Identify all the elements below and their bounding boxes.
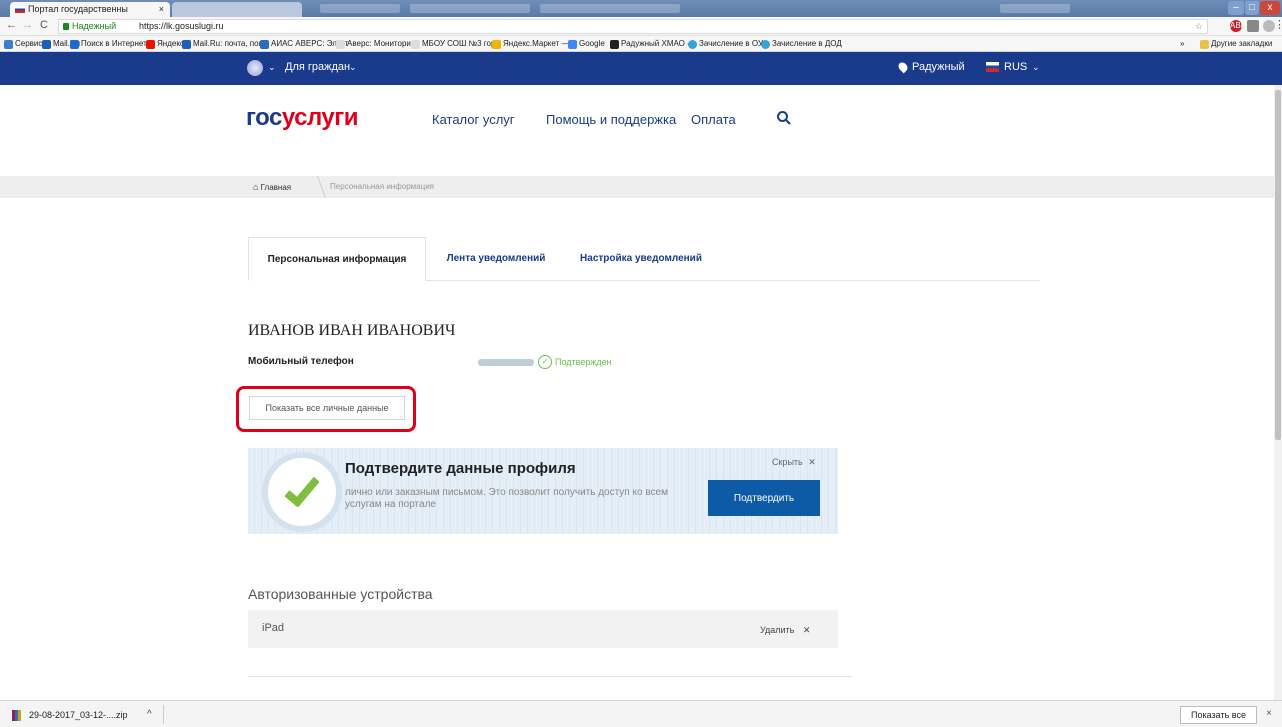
russia-flag-favicon <box>15 6 25 13</box>
nav-catalog[interactable]: Каталог услуг <box>432 112 515 127</box>
close-icon[interactable]: × <box>1266 708 1272 719</box>
bookmark-item[interactable]: Mail.Ru: почта, поис <box>182 36 267 52</box>
tab-personal-info[interactable]: Персональная информация <box>248 237 426 281</box>
blurred-window-title <box>1000 4 1070 13</box>
download-bar: 29-08-2017_03-12-....zip ^ Показать все … <box>0 700 1282 727</box>
archive-file-icon <box>12 710 21 721</box>
maximize-icon[interactable]: □ <box>1245 1 1259 15</box>
blurred-window-title <box>320 4 400 13</box>
location-pin-icon <box>896 60 910 74</box>
other-bookmarks-folder[interactable]: Другие закладки <box>1200 36 1272 52</box>
url-text[interactable]: https://lk.gosuslugi.ru <box>139 20 224 33</box>
browser-tab-title: Портал государственны <box>28 4 128 14</box>
chevron-down-icon[interactable]: ⌄ <box>349 62 357 73</box>
phone-status: Подтвержден <box>555 357 612 367</box>
browser-tab-active[interactable]: Портал государственны × <box>10 2 170 17</box>
home-icon: ⌂ <box>253 182 259 192</box>
confirm-profile-banner: Подтвердите данные профиля лично или зак… <box>248 448 838 534</box>
scrollbar-thumb[interactable] <box>1275 90 1281 440</box>
download-separator <box>163 705 164 724</box>
banner-title: Подтвердите данные профиля <box>345 460 576 477</box>
blurred-window-title <box>540 4 680 13</box>
bookmarks-bar: Сервисы Mail.Ru Поиск в Интернете Яндекс… <box>0 36 1282 52</box>
blurred-window-title <box>410 4 530 13</box>
bookmarks-more[interactable]: » <box>1180 36 1184 52</box>
confirm-button[interactable]: Подтвердить <box>708 480 820 516</box>
breadcrumb-current: Персональная информация <box>330 182 435 191</box>
location-selector[interactable]: Радужный <box>912 61 965 73</box>
nav-help[interactable]: Помощь и поддержка <box>546 112 676 127</box>
bookmark-item[interactable]: Яндекс <box>146 36 184 52</box>
window-close-icon[interactable]: x <box>1260 1 1280 15</box>
forward-icon[interactable]: → <box>22 19 33 31</box>
lock-icon <box>63 23 69 30</box>
secure-label: Надежный <box>72 21 117 31</box>
check-circle-icon: ✓ <box>538 355 552 369</box>
nav-payment[interactable]: Оплата <box>691 112 736 127</box>
close-icon[interactable]: ✕ <box>808 457 816 467</box>
bookmark-item[interactable]: Зачисление в ДОД <box>761 36 842 52</box>
phone-label: Мобильный телефон <box>248 356 354 367</box>
audience-selector[interactable]: Для граждан <box>285 61 350 73</box>
address-bar[interactable]: Надежный https://lk.gosuslugi.ru ☆ <box>58 19 1208 34</box>
bookmark-item[interactable]: Аверс: Мониторинг <box>336 36 418 52</box>
adblock-extension-icon[interactable]: ABP <box>1230 20 1246 32</box>
banner-hide-link[interactable]: Скрыть ✕ <box>772 457 816 468</box>
tab-close-icon[interactable]: × <box>159 2 164 17</box>
breadcrumb-home[interactable]: ⌂ Главная <box>253 176 291 199</box>
coat-of-arms-icon[interactable] <box>247 60 263 76</box>
chevron-down-icon[interactable]: ⌄ <box>1032 62 1040 73</box>
browser-menu-icon[interactable]: ⋮ <box>1274 18 1282 31</box>
browser-titlebar: Портал государственны × – □ x <box>0 0 1282 17</box>
show-all-downloads-button[interactable]: Показать все <box>1180 706 1257 724</box>
bookmark-item[interactable]: Яндекс.Маркет — п <box>492 36 576 52</box>
devices-section-title: Авторизованные устройства <box>248 586 433 602</box>
bookmark-item[interactable]: Google <box>568 36 605 52</box>
bookmark-item[interactable]: МБОУ СОШ №3 гор <box>411 36 495 52</box>
show-all-personal-data-button[interactable]: Показать все личные данные <box>249 396 405 420</box>
chevron-down-icon[interactable]: ⌄ <box>268 62 276 73</box>
reload-icon[interactable]: C <box>40 19 48 31</box>
device-list-item: iPad Удалить ✕ <box>248 610 838 648</box>
russia-flag-icon <box>986 62 999 72</box>
phone-value-redacted <box>478 359 534 366</box>
bookmark-item[interactable]: Поиск в Интернете <box>70 36 151 52</box>
breadcrumb: ⌂ Главная Персональная информация <box>0 176 1282 198</box>
bookmark-item[interactable]: Зачисление в ОУ <box>688 36 763 52</box>
download-file-name[interactable]: 29-08-2017_03-12-....zip <box>29 710 128 720</box>
bookmark-item[interactable]: Радужный ХМАО - <box>610 36 690 52</box>
gosuslugi-logo[interactable]: госуслуги <box>246 104 359 132</box>
browser-tab-inactive[interactable] <box>172 2 302 17</box>
breadcrumb-separator <box>309 176 327 198</box>
back-icon[interactable]: ← <box>6 19 17 31</box>
bookmark-star-icon[interactable]: ☆ <box>1195 20 1203 33</box>
chevron-up-icon[interactable]: ^ <box>147 709 152 720</box>
browser-toolbar: ← → C Надежный https://lk.gosuslugi.ru ☆… <box>0 17 1282 36</box>
device-name: iPad <box>262 622 285 634</box>
tab-notification-settings[interactable]: Настройка уведомлений <box>566 237 716 281</box>
close-icon[interactable]: ✕ <box>803 625 811 635</box>
user-full-name: ИВАНОВ ИВАН ИВАНОВИЧ <box>248 322 456 339</box>
banner-description: лично или заказным письмом. Это позволит… <box>345 487 668 510</box>
extension-icon[interactable] <box>1247 20 1259 32</box>
language-selector[interactable]: RUS <box>1004 61 1027 73</box>
search-icon[interactable] <box>776 110 792 126</box>
tab-notifications-feed[interactable]: Лента уведомлений <box>436 237 556 281</box>
minimize-icon[interactable]: – <box>1228 1 1244 15</box>
site-topbar: ⌄ Для граждан ⌄ Радужный RUS ⌄ <box>0 52 1282 85</box>
device-remove-button[interactable]: Удалить ✕ <box>760 625 810 636</box>
section-divider <box>248 676 852 677</box>
